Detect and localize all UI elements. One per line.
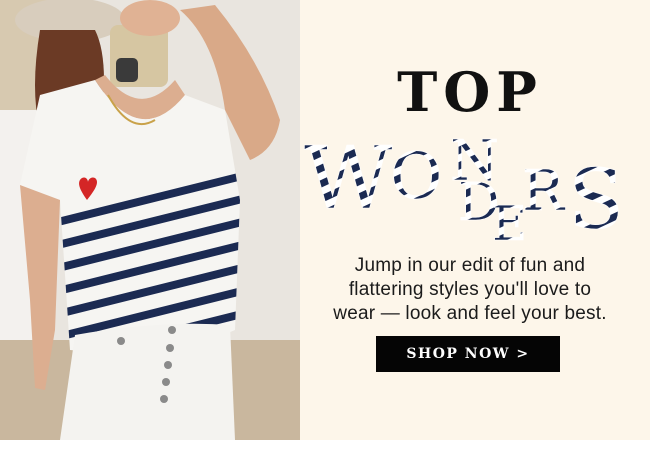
promo-description: Jump in our edit of fun and flattering s… (305, 254, 635, 326)
promo-description-line: flattering styles you'll love to (348, 279, 592, 300)
wonders-letter: R (522, 159, 566, 224)
promo-banner[interactable]: TOP W O N D E R S Jump in our edit of fu… (0, 0, 650, 440)
promo-description-line: Jump in our edit of fun and (354, 255, 586, 276)
wonders-letter: W (304, 129, 393, 229)
wonders-letter: S (568, 153, 624, 243)
headline-wonders: W O N D E R S (300, 128, 640, 243)
wonders-letter: O (390, 140, 442, 214)
headline-top: TOP (397, 60, 543, 124)
model-photo[interactable] (0, 0, 300, 440)
model-photo-illustration (0, 0, 300, 440)
promo-description-line: wear — look and feel your best. (333, 303, 607, 324)
wonders-wordmark: W O N D E R S (304, 129, 625, 243)
shop-now-button[interactable]: SHOP NOW > (376, 336, 560, 372)
